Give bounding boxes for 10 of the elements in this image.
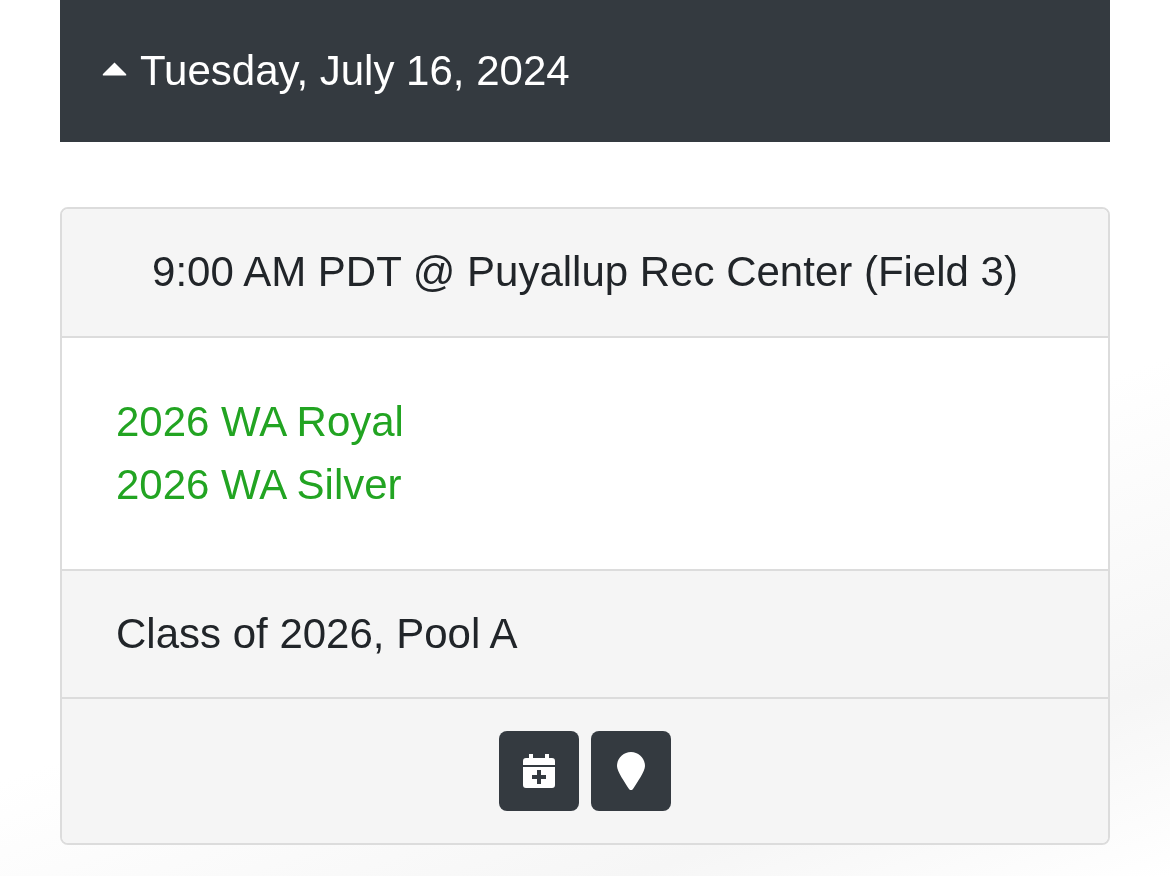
game-time-location: 9:00 AM PDT @ Puyallup Rec Center (Field 3) [152,248,1018,295]
add-to-calendar-button[interactable] [499,731,579,811]
date-header-bar[interactable]: Tuesday, July 16, 2024 [60,0,1110,142]
team-link[interactable]: 2026 WA Silver [116,453,402,516]
date-title: Tuesday, July 16, 2024 [140,45,570,96]
team-link[interactable]: 2026 WA Royal [116,390,404,453]
division-label: Class of 2026, Pool A [116,610,518,657]
map-button[interactable] [591,731,671,811]
calendar-plus-icon [523,754,555,788]
map-pin-icon [617,752,645,790]
